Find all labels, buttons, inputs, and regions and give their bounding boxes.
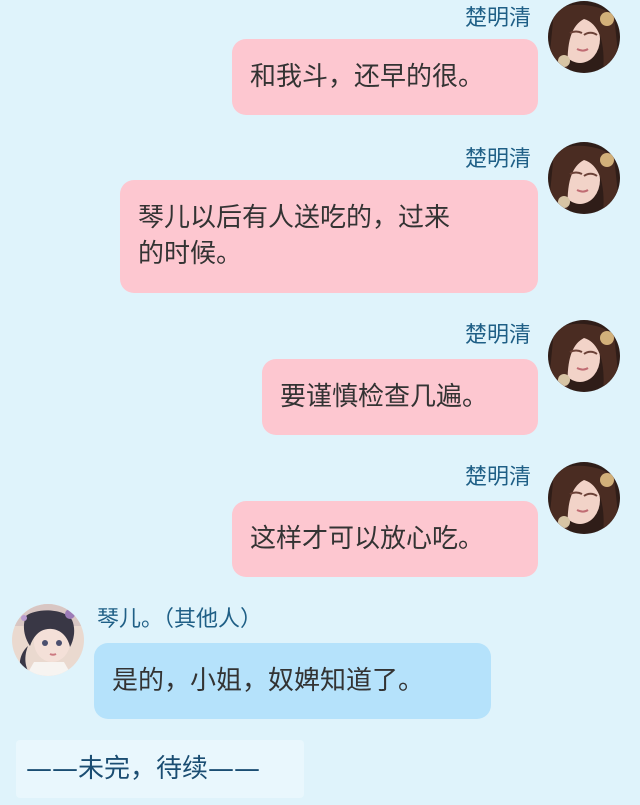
avatar-qin-er-icon[interactable] [12,604,84,676]
avatar-chu-mingqing-icon[interactable] [548,320,620,392]
message-bubble[interactable]: 这样才可以放心吃。 [232,501,538,577]
avatar-chu-mingqing-icon[interactable] [548,142,620,214]
message-bubble[interactable]: 要谨慎检查几遍。 [262,359,538,435]
message-bubble[interactable]: 是的，小姐，奴婢知道了。 [94,643,491,719]
to-be-continued-label: ——未完，待续—— [16,740,304,798]
message-bubble[interactable]: 和我斗，还早的很。 [232,39,538,115]
avatar-chu-mingqing-icon[interactable] [548,462,620,534]
sender-name: 楚明清 [465,465,532,490]
sender-name: 楚明清 [465,6,532,31]
sender-name: 琴儿。（其他人） [97,607,263,632]
sender-name: 楚明清 [465,147,532,172]
avatar-chu-mingqing-icon[interactable] [548,1,620,73]
sender-name: 楚明清 [465,323,532,348]
message-bubble[interactable]: 琴儿以后有人送吃的，过来 的时候。 [120,180,538,293]
